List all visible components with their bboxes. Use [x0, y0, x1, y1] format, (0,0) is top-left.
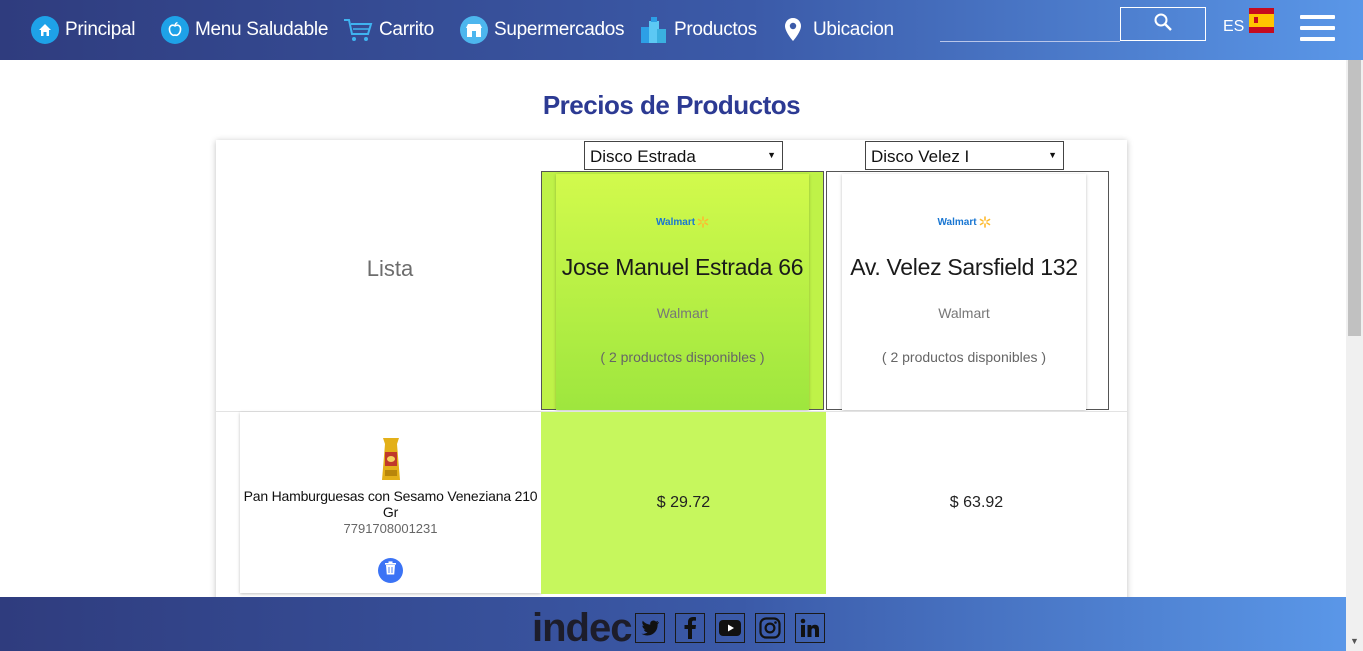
nav-principal[interactable]: Principal [31, 12, 135, 48]
scrollbar-thumb[interactable] [1348, 60, 1361, 336]
page-title: Precios de Productos [542, 90, 801, 120]
store-address: Av. Velez Sarsfield 132 [850, 254, 1078, 280]
walmart-spark-icon [979, 216, 990, 228]
remove-product-button[interactable] [378, 558, 403, 583]
walmart-spark-icon [697, 216, 709, 228]
cart-icon [343, 17, 373, 43]
products-icon [638, 15, 668, 45]
walmart-logo: Walmart [556, 216, 809, 228]
store-select-2-value: Disco Velez I [871, 147, 970, 166]
walmart-logo: Walmart [842, 216, 1086, 228]
linkedin-icon[interactable] [795, 613, 825, 643]
nav-ubicacion-label: Ubicacion [813, 19, 894, 40]
trash-icon [384, 561, 397, 580]
nav-productos-label: Productos [674, 19, 757, 40]
twitter-icon[interactable] [635, 613, 665, 643]
footer [0, 597, 1346, 651]
store-icon [460, 16, 488, 44]
nav-carrito[interactable]: Carrito [343, 12, 434, 48]
indec-logo: indec [532, 606, 632, 650]
language-code[interactable]: ES [1223, 18, 1244, 36]
store-card-1[interactable]: Walmart Jose Manuel Estrada 66 Walmart (… [556, 174, 809, 410]
facebook-icon[interactable] [675, 613, 705, 643]
nav-productos[interactable]: Productos [638, 12, 757, 48]
spain-flag-icon[interactable] [1249, 8, 1274, 33]
scroll-down-arrow-icon[interactable]: ▼ [1349, 636, 1360, 647]
list-heading: Lista [366, 256, 414, 281]
product-barcode: 7791708001231 [343, 521, 438, 536]
store-select-1[interactable]: Disco Estrada ▼ [584, 141, 783, 170]
store-availability: ( 2 productos disponibles ) [881, 349, 1047, 365]
walmart-logo-text: Walmart [937, 216, 977, 228]
dropdown-arrow-icon: ▼ [767, 150, 776, 160]
store-select-2[interactable]: Disco Velez I ▼ [865, 141, 1064, 170]
nav-carrito-label: Carrito [379, 19, 434, 40]
price-store-2: $ 63.92 [826, 412, 1127, 594]
store-select-1-value: Disco Estrada [590, 147, 696, 166]
walmart-logo-text: Walmart [655, 216, 696, 228]
nav-ubicacion[interactable]: Ubicacion [783, 12, 894, 48]
home-icon [31, 16, 59, 44]
store-chain: Walmart [656, 305, 709, 321]
dropdown-arrow-icon: ▼ [1048, 150, 1057, 160]
indec-logo-text: indec [532, 606, 632, 650]
store-chain: Walmart [938, 305, 990, 321]
search-button[interactable] [1120, 7, 1206, 41]
store-availability: ( 2 productos disponibles ) [600, 349, 765, 365]
price-store-1: $ 29.72 [541, 412, 826, 594]
product-card: Pan Hamburguesas con Sesamo Veneziana 21… [240, 412, 541, 593]
nav-supermercados[interactable]: Supermercados [460, 12, 625, 48]
nav-menu-saludable-label: Menu Saludable [195, 19, 329, 40]
product-image [240, 436, 541, 482]
store-card-2[interactable]: Walmart Av. Velez Sarsfield 132 Walmart … [842, 174, 1086, 410]
store-address: Jose Manuel Estrada 66 [561, 254, 804, 280]
instagram-icon[interactable] [755, 613, 785, 643]
location-pin-icon [783, 17, 803, 43]
nav-principal-label: Principal [65, 19, 136, 40]
youtube-icon[interactable] [715, 613, 745, 643]
product-name: Pan Hamburguesas con Sesamo Veneziana 21… [243, 488, 538, 520]
search-input[interactable] [940, 41, 1120, 42]
top-navbar: Principal Menu Saludable Carrito Superme… [0, 0, 1363, 60]
hamburger-menu-icon[interactable] [1300, 15, 1335, 43]
apple-icon [161, 16, 189, 44]
search-icon [1153, 12, 1173, 37]
nav-menu-saludable[interactable]: Menu Saludable [161, 12, 328, 48]
nav-supermercados-label: Supermercados [494, 19, 625, 40]
